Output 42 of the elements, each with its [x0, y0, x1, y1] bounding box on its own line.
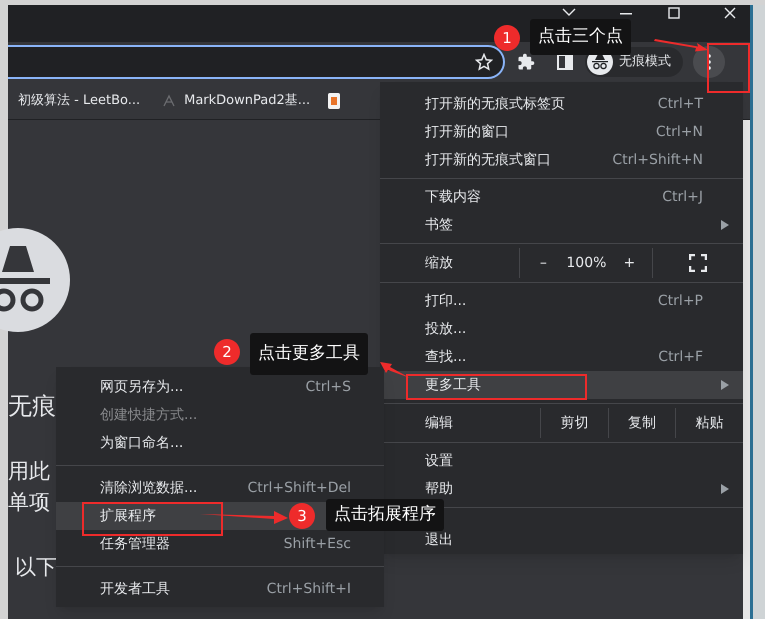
- minimize-icon[interactable]: [620, 13, 632, 15]
- puzzle-icon[interactable]: [517, 53, 535, 71]
- menu-item: 创建快捷方式...: [99, 406, 198, 424]
- edit-action[interactable]: 粘贴: [675, 408, 744, 438]
- page-text: 用此: [8, 458, 50, 485]
- page-heading: 无痕: [8, 394, 56, 418]
- bookmark-favicon: [162, 94, 176, 108]
- zoom-in-button[interactable]: +: [606, 252, 652, 274]
- menu-item[interactable]: 打开新的无痕式窗口 Ctrl+Shift+N: [380, 146, 743, 174]
- arrow: [654, 39, 708, 52]
- bookmark-favicon: [328, 92, 340, 108]
- zoom-out-button[interactable]: –: [520, 252, 566, 274]
- menu-item[interactable]: 投放...: [380, 315, 743, 343]
- fullscreen-icon: [689, 254, 708, 272]
- highlight-frame: [707, 43, 750, 93]
- menu-item[interactable]: 开发者工具 Ctrl+Shift+I: [56, 575, 384, 603]
- menu-item[interactable]: 打印... Ctrl+P: [380, 287, 743, 315]
- side-panel-icon[interactable]: [557, 54, 573, 70]
- callout-tooltip: 点击更多工具: [250, 333, 368, 375]
- menu-item[interactable]: 书签: [380, 211, 743, 239]
- menu-item[interactable]: 打开新的窗口 Ctrl+N: [380, 118, 743, 146]
- zoom-level: 100%: [566, 254, 606, 272]
- maximize-icon[interactable]: [668, 7, 680, 19]
- address-bar[interactable]: [8, 45, 505, 79]
- page-text: 单项: [8, 489, 50, 516]
- page-text: 以下: [15, 554, 57, 580]
- arrow: [380, 362, 410, 378]
- menu-label: 缩放: [424, 254, 454, 272]
- star-icon[interactable]: [475, 53, 493, 71]
- edit-action[interactable]: 复制: [608, 408, 676, 438]
- scrollbar[interactable]: [743, 120, 750, 619]
- more-vertical-icon: [707, 54, 711, 70]
- menu-item[interactable]: 查找... Ctrl+F: [380, 343, 743, 371]
- callout-tooltip: 点击三个点: [530, 19, 631, 55]
- bookmark-item[interactable]: 初级算法 - LeetBo...: [18, 90, 140, 110]
- menu-item[interactable]: 下载内容 Ctrl+J: [380, 183, 743, 211]
- callout-tooltip: 点击拓展程序: [326, 499, 444, 531]
- menu-item[interactable]: 打开新的无痕式标签页 Ctrl+T: [380, 90, 743, 118]
- close-icon[interactable]: [724, 7, 736, 19]
- bookmark-item[interactable]: MarkDownPad2基...: [184, 90, 310, 110]
- menu-label: 编辑: [424, 414, 454, 432]
- edit-action[interactable]: 剪切: [540, 408, 608, 438]
